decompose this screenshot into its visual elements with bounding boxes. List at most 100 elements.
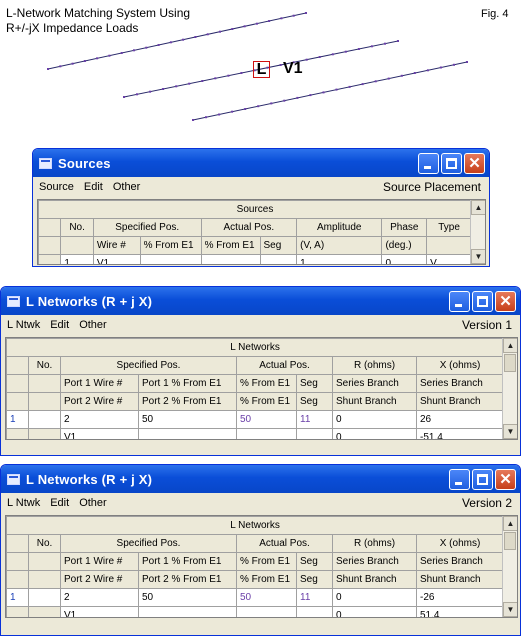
cell-act-pct [236, 428, 297, 439]
cell-r-shunt[interactable]: 0 [332, 606, 417, 617]
scroll-thumb[interactable] [504, 532, 516, 550]
row-selector[interactable] [6, 606, 29, 617]
menu-other[interactable]: Other [79, 319, 107, 331]
cell-source-no[interactable]: 1 [60, 254, 94, 264]
close-button[interactable]: ✕ [495, 468, 516, 490]
cell-port2-wire[interactable]: V1 [60, 606, 139, 617]
segment-marker [292, 14, 295, 17]
scroll-down-arrow-icon[interactable]: ▼ [471, 249, 485, 264]
segment-marker [47, 68, 49, 70]
cell-port1-wire[interactable]: 2 [60, 588, 139, 607]
subheader-act-pct: % From E1 [236, 374, 297, 393]
cell-source-spec-pct[interactable] [139, 254, 202, 264]
cell-no-blank[interactable] [28, 410, 61, 429]
cell-r-shunt[interactable]: 0 [332, 428, 417, 439]
cell-r-series[interactable]: 0 [332, 410, 417, 429]
scroll-down-arrow-icon[interactable]: ▼ [503, 602, 517, 617]
lnetworks-window-1: L Networks (R + j X) ✕ L Ntwk Edit Other… [0, 286, 521, 456]
table-row: 1 2 50 50 11 0 26 [6, 410, 505, 429]
l-network-load-marker: L [253, 61, 270, 78]
menu-edit[interactable]: Edit [50, 497, 69, 509]
scroll-thumb[interactable] [504, 354, 516, 372]
lnetworks-1-titlebar[interactable]: L Networks (R + j X) ✕ [1, 287, 520, 315]
lnetworks-2-titlebar[interactable]: L Networks (R + j X) ✕ [1, 465, 520, 493]
menu-edit[interactable]: Edit [84, 181, 103, 193]
subheader-act-pct: % From E1 [236, 570, 297, 589]
sources-window-title: Sources [58, 155, 111, 171]
subheader-port2-pct: Port 2 % From E1 [138, 392, 237, 411]
close-button[interactable]: ✕ [464, 152, 485, 174]
scroll-up-arrow-icon[interactable]: ▲ [471, 200, 485, 215]
maximize-button[interactable] [472, 290, 493, 312]
cell-source-type[interactable]: V [426, 254, 472, 264]
cell-source-amplitude[interactable]: 1 [296, 254, 383, 264]
lnetworks-2-menubar: L Ntwk Edit Other Version 2 [1, 493, 520, 513]
sources-titlebar[interactable]: Sources ✕ [33, 149, 489, 177]
row-selector[interactable] [6, 428, 29, 439]
cell-no-blank[interactable] [28, 588, 61, 607]
minimize-button[interactable] [418, 152, 439, 174]
segment-marker [162, 88, 165, 90]
minimize-button[interactable] [449, 290, 470, 312]
lnetworks-1-vertical-scrollbar[interactable]: ▲ ▼ [502, 338, 517, 439]
close-button[interactable]: ✕ [495, 290, 516, 312]
cell-port1-wire[interactable]: 2 [60, 410, 139, 429]
menu-other[interactable]: Other [79, 497, 107, 509]
cell-port2-pct[interactable] [138, 428, 237, 439]
segment-marker [108, 54, 111, 57]
maximize-icon [477, 473, 488, 485]
maximize-button[interactable] [472, 468, 493, 490]
menu-source[interactable]: Source [39, 181, 74, 193]
col-header-x-ohms: X (ohms) [415, 534, 505, 553]
row-header-blank [38, 236, 62, 255]
cell-port1-pct[interactable]: 50 [138, 410, 237, 429]
cell-r-series[interactable]: 0 [332, 588, 417, 607]
row-header-corner [6, 356, 29, 375]
subheader-type-blank [426, 236, 472, 255]
segment-marker [136, 93, 138, 96]
cell-port2-pct[interactable] [138, 606, 237, 617]
cell-port1-pct[interactable]: 50 [138, 588, 237, 607]
cell-network-no[interactable]: 1 [6, 588, 29, 607]
lnetworks-1-grid: L Networks No. Specified Pos. Actual Pos… [5, 337, 518, 440]
subheader-blank [28, 392, 61, 411]
cell-port2-wire[interactable]: V1 [60, 428, 139, 439]
sources-menubar: Source Edit Other Source Placement [33, 177, 489, 197]
menu-lntwk[interactable]: L Ntwk [7, 319, 40, 331]
row-selector[interactable] [38, 254, 62, 264]
subheader-port1-wire: Port 1 Wire # [60, 374, 139, 393]
row-header-blank [6, 570, 29, 589]
cell-x-shunt[interactable]: -51.4 [415, 428, 505, 439]
cell-source-act-pct[interactable] [200, 254, 261, 264]
sources-grid-title: Sources [38, 200, 472, 219]
scroll-up-arrow-icon[interactable]: ▲ [503, 338, 517, 353]
segment-marker [231, 110, 234, 113]
segment-marker [439, 66, 442, 69]
cell-source-wire[interactable]: V1 [92, 254, 141, 264]
menu-edit[interactable]: Edit [50, 319, 69, 331]
segment-marker [279, 64, 282, 66]
segment-marker [219, 30, 221, 33]
cell-source-phase[interactable]: 0 [381, 254, 428, 264]
lnetworks-window-2: L Networks (R + j X) ✕ L Ntwk Edit Other… [0, 464, 521, 636]
menu-other[interactable]: Other [113, 181, 141, 193]
minimize-button[interactable] [449, 468, 470, 490]
cell-x-series[interactable]: 26 [415, 410, 505, 429]
cell-x-shunt[interactable]: 51.4 [415, 606, 505, 617]
scroll-down-arrow-icon[interactable]: ▼ [503, 424, 517, 439]
lnetworks-2-vertical-scrollbar[interactable]: ▲ ▼ [502, 516, 517, 617]
menu-lntwk[interactable]: L Ntwk [7, 497, 40, 509]
scroll-up-arrow-icon[interactable]: ▲ [503, 516, 517, 531]
segment-marker [123, 96, 125, 98]
table-row: V1 0 51.4 [6, 606, 505, 617]
maximize-button[interactable] [441, 152, 462, 174]
subheader-x-shunt: Shunt Branch [415, 570, 505, 589]
cell-source-seg[interactable] [259, 254, 298, 264]
sources-vertical-scrollbar[interactable]: ▲ ▼ [470, 200, 485, 264]
subheader-act-pct: % From E1 [200, 236, 261, 255]
segment-marker [205, 116, 207, 119]
cell-x-series[interactable]: -26 [415, 588, 505, 607]
subheader-blank [28, 374, 61, 393]
cell-network-no[interactable]: 1 [6, 410, 29, 429]
segment-marker [322, 91, 325, 94]
